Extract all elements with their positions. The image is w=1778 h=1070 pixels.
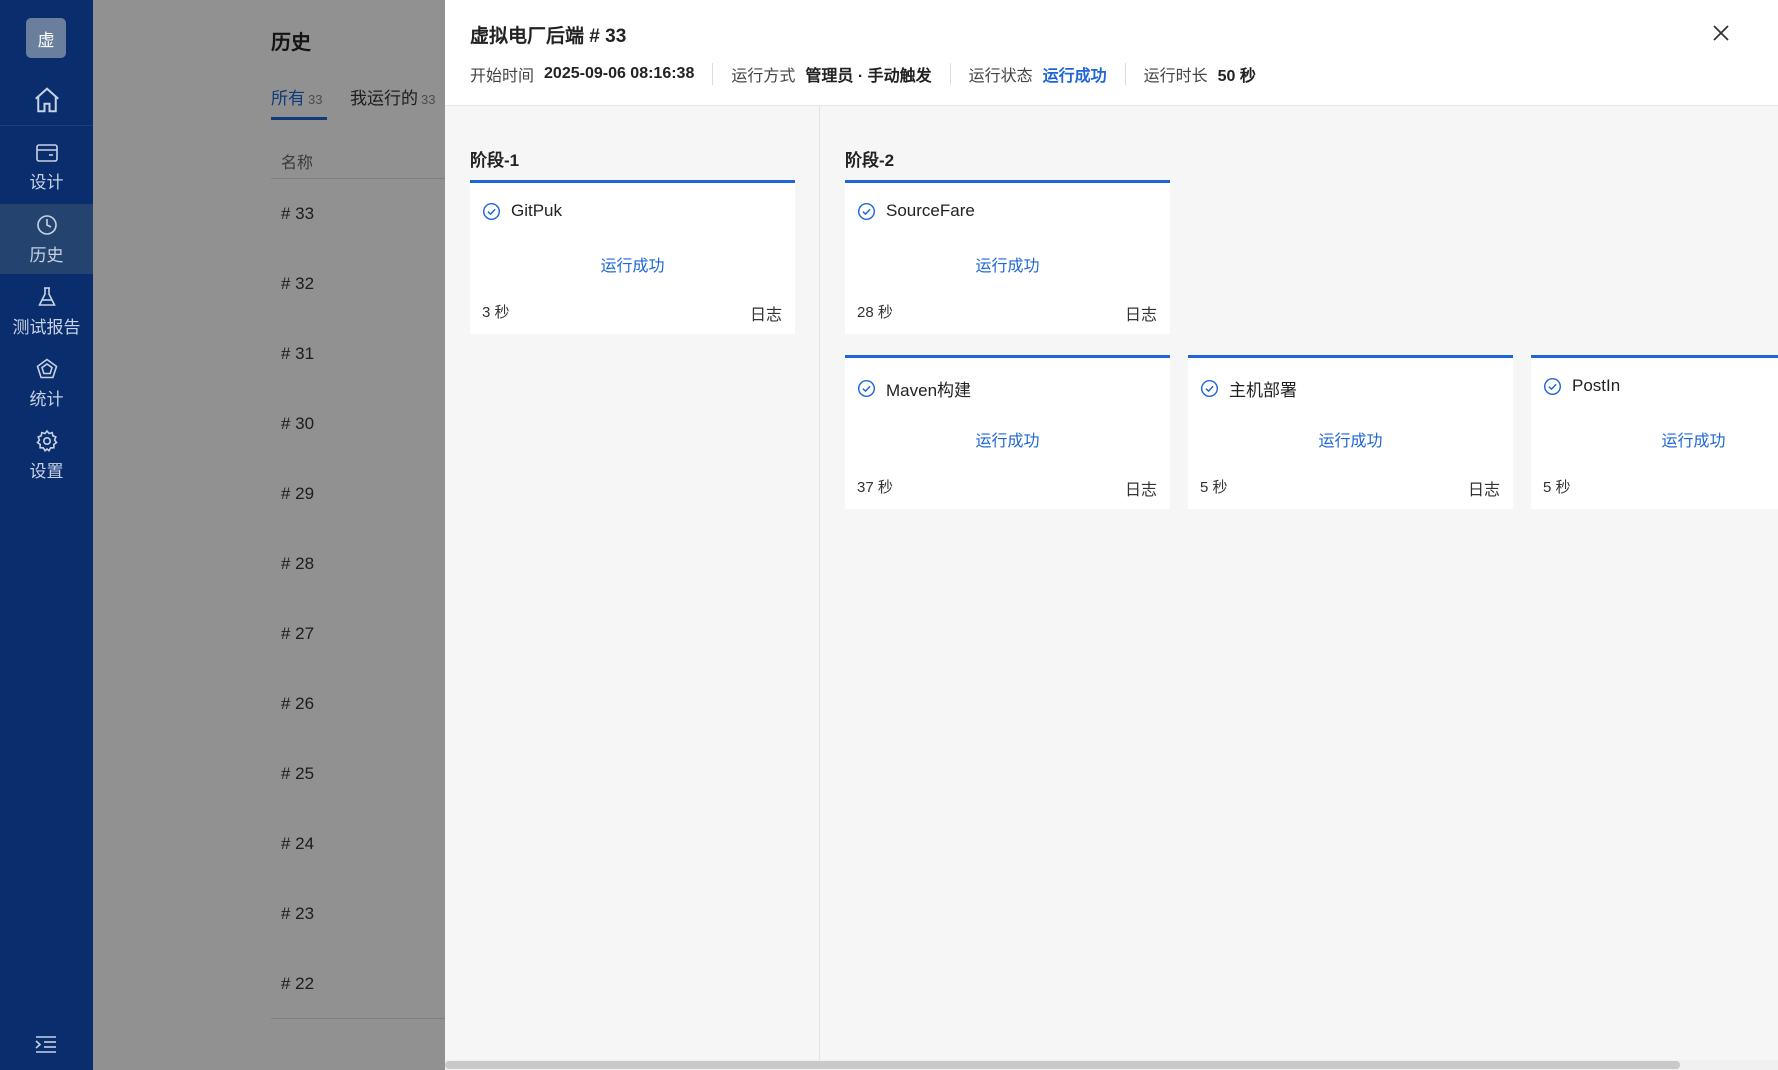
meta-label: 运行状态 [968, 68, 1033, 85]
close-icon [1713, 25, 1729, 41]
meta-label: 运行方式 [731, 68, 796, 85]
drawer-mask[interactable] [93, 0, 445, 1070]
run-duration-value: 50 秒 [1217, 68, 1256, 85]
sidebar-collapse-button[interactable] [34, 1034, 58, 1059]
sidebar-item-label: 统计 [29, 389, 64, 409]
test-report-icon [37, 286, 56, 306]
success-check-icon [1200, 379, 1219, 398]
collapse-menu-icon [35, 1036, 56, 1053]
task-log-link[interactable]: 日志 [1468, 476, 1500, 500]
horizontal-scrollbar[interactable] [445, 1060, 1778, 1070]
meta-label: 开始时间 [470, 68, 535, 85]
sidebar-item-label: 历史 [29, 245, 64, 265]
task-header: 主机部署 [1200, 376, 1297, 401]
sidebar-divider [0, 125, 93, 126]
app-logo[interactable]: 虚 [26, 18, 66, 58]
statistics-icon [36, 358, 57, 378]
task-status[interactable]: 运行成功 [470, 252, 795, 276]
task-log-link[interactable]: 日志 [750, 301, 782, 325]
task-card[interactable]: Maven构建运行成功 37 秒 日志 [845, 355, 1170, 509]
task-duration: 5 秒 [1543, 479, 1571, 496]
drawer-title: 虚拟电厂后端 # 33 [470, 26, 627, 47]
sidebar-item-history[interactable]: 历史 [0, 204, 93, 274]
task-status[interactable]: 运行成功 [845, 427, 1170, 451]
history-icon [36, 214, 57, 235]
success-check-icon [857, 379, 876, 398]
sidebar-item-label: 测试报告 [12, 317, 81, 337]
home-button[interactable] [0, 74, 93, 126]
task-duration: 5 秒 [1200, 479, 1228, 496]
task-name: SourceFare [886, 201, 975, 220]
stage-title: 阶段-2 [845, 151, 895, 170]
sidebar-item-test-report[interactable]: 测试报告 [0, 276, 93, 346]
sidebar-item-design[interactable]: 设计 [0, 132, 93, 202]
task-duration: 3 秒 [482, 304, 510, 321]
run-detail-drawer: 虚拟电厂后端 # 33 开始时间 2025-09-06 08:16:38 运行方… [445, 0, 1778, 1070]
success-check-icon [857, 202, 876, 220]
success-check-icon [1543, 377, 1562, 395]
success-check-icon [482, 202, 501, 220]
divider [1124, 63, 1126, 85]
task-header: GitPuk [482, 201, 562, 221]
home-icon [34, 87, 59, 113]
task-log-link[interactable]: 日志 [1125, 476, 1157, 500]
sidebar-item-settings[interactable]: 设置 [0, 420, 93, 490]
task-card[interactable]: PostIn运行成功5 秒日志 [1531, 355, 1778, 509]
divider [712, 63, 714, 85]
task-card[interactable]: GitPuk 运行成功 3 秒 日志 [470, 180, 795, 334]
task-duration: 28 秒 [857, 304, 893, 321]
task-name: PostIn [1572, 376, 1621, 395]
drawer-header: 虚拟电厂后端 # 33 开始时间 2025-09-06 08:16:38 运行方… [445, 0, 1778, 106]
scrollbar-thumb[interactable] [445, 1061, 1680, 1069]
task-header: PostIn [1543, 376, 1620, 396]
sidebar-item-label: 设计 [29, 172, 64, 192]
task-status[interactable]: 运行成功 [1531, 427, 1778, 451]
run-mode-value: 管理员 · 手动触发 [805, 68, 932, 85]
task-name: Maven构建 [886, 381, 972, 400]
task-card[interactable]: SourceFare 运行成功 28 秒 日志 [845, 180, 1170, 334]
task-duration: 37 秒 [857, 479, 893, 496]
start-time-value: 2025-09-06 08:16:38 [544, 65, 695, 82]
task-log-link[interactable]: 日志 [1125, 301, 1157, 325]
run-status-value: 运行成功 [1042, 68, 1107, 85]
task-card[interactable]: 主机部署运行成功 5 秒 日志 [1188, 355, 1513, 509]
task-header: Maven构建 [857, 376, 971, 401]
sidebar-item-label: 设置 [29, 461, 64, 481]
divider [949, 63, 951, 85]
task-name: 主机部署 [1229, 381, 1297, 400]
settings-icon [35, 429, 58, 452]
design-icon [35, 143, 58, 162]
task-status[interactable]: 运行成功 [845, 252, 1170, 276]
sidebar: 虚 设计 历史 测试报告 统计 设置 [0, 0, 93, 1070]
stage-divider [819, 106, 820, 1070]
stage-title: 阶段-1 [470, 151, 520, 170]
task-name: GitPuk [511, 201, 563, 220]
run-meta: 开始时间 2025-09-06 08:16:38 运行方式 管理员 · 手动触发… [470, 62, 1256, 86]
close-button[interactable] [1709, 21, 1733, 45]
task-header: SourceFare [857, 201, 975, 221]
task-status[interactable]: 运行成功 [1188, 427, 1513, 451]
sidebar-item-statistics[interactable]: 统计 [0, 348, 93, 418]
meta-label: 运行时长 [1143, 68, 1208, 85]
